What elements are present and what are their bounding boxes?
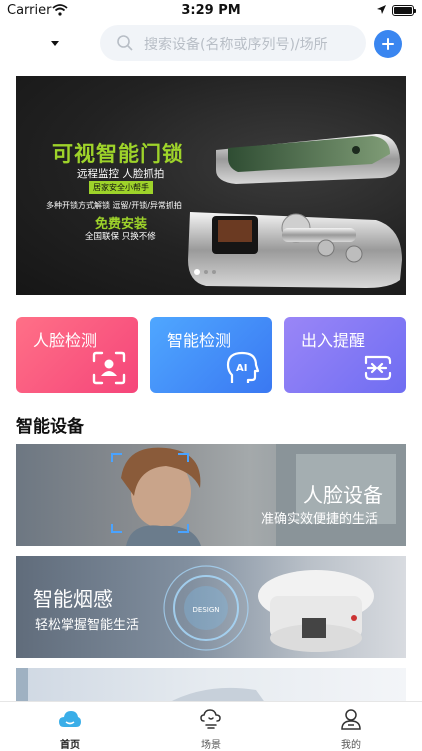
clock: 3:29 PM (181, 3, 241, 18)
face-device-subtitle: 准确实效便捷的生活 (261, 512, 379, 527)
tab-home-label: 首页 (60, 740, 80, 751)
banner-title: 可视智能门锁 (52, 142, 184, 166)
entry-alert-card[interactable]: 出入提醒 (284, 317, 406, 393)
carousel-dot[interactable] (204, 269, 208, 274)
design-badge: DESIGN (193, 606, 220, 614)
tab-bar: 首页 场景 我的 (0, 701, 422, 751)
profile-icon (341, 709, 361, 730)
banner-tag: 居家安全小帮手 (89, 181, 153, 194)
add-device-button[interactable] (374, 30, 402, 58)
entry-alert-label: 出入提醒 (301, 331, 366, 350)
face-device-title: 人脸设备 (303, 483, 383, 507)
cloud-home-icon (59, 711, 81, 727)
status-bar: Carrier 3:29 PM (0, 0, 422, 22)
search-icon (117, 35, 133, 51)
device-card-face[interactable]: 人脸设备 准确实效便捷的生活 (16, 444, 406, 546)
face-detection-card[interactable]: 人脸检测 (16, 317, 138, 393)
top-bar: 搜索设备(名称或序列号)/场所 (0, 22, 422, 68)
smart-detection-label: 智能检测 (167, 331, 232, 350)
device-card-third[interactable] (16, 668, 406, 704)
tab-scene-label: 场景 (201, 740, 221, 751)
carousel-dot[interactable] (194, 268, 200, 275)
tab-home[interactable]: 首页 (20, 702, 120, 751)
tab-scene[interactable]: 场景 (161, 702, 261, 751)
face-detection-label: 人脸检测 (33, 331, 98, 350)
device-photo (16, 668, 266, 704)
entry-exit-icon (364, 355, 392, 381)
carousel-dot[interactable] (212, 269, 216, 274)
tab-mine[interactable]: 我的 (301, 702, 401, 751)
smart-detection-card[interactable]: 智能检测 AI (150, 317, 272, 393)
banner-subtitle: 远程监控 人脸抓拍 (77, 168, 165, 180)
search-placeholder: 搜索设备(名称或序列号)/场所 (144, 37, 328, 53)
face-scan-icon (92, 351, 126, 385)
ai-head-icon: AI (226, 351, 260, 383)
scene-icon (200, 709, 221, 729)
device-card-smoke[interactable]: DESIGN 智能烟感 轻松掌握智能生活 (16, 556, 406, 658)
location-dropdown-icon[interactable] (48, 37, 62, 49)
section-title: 智能设备 (16, 417, 84, 437)
battery-icon (392, 5, 416, 16)
svg-text:AI: AI (236, 363, 247, 374)
smoke-device-title: 智能烟感 (33, 587, 113, 611)
promo-banner[interactable]: 可视智能门锁 远程监控 人脸抓拍 居家安全小帮手 多种开锁方式解锁 逗留/开锁/… (16, 76, 406, 295)
search-input[interactable]: 搜索设备(名称或序列号)/场所 (100, 25, 366, 61)
location-arrow-icon (377, 5, 386, 14)
smoke-device-subtitle: 轻松掌握智能生活 (35, 618, 140, 633)
carousel-indicator (194, 261, 220, 280)
banner-guarantee: 全国联保 只换不修 (85, 232, 156, 242)
tab-mine-label: 我的 (341, 740, 361, 751)
banner-features: 多种开锁方式解锁 逗留/开锁/异常抓拍 (46, 201, 182, 210)
